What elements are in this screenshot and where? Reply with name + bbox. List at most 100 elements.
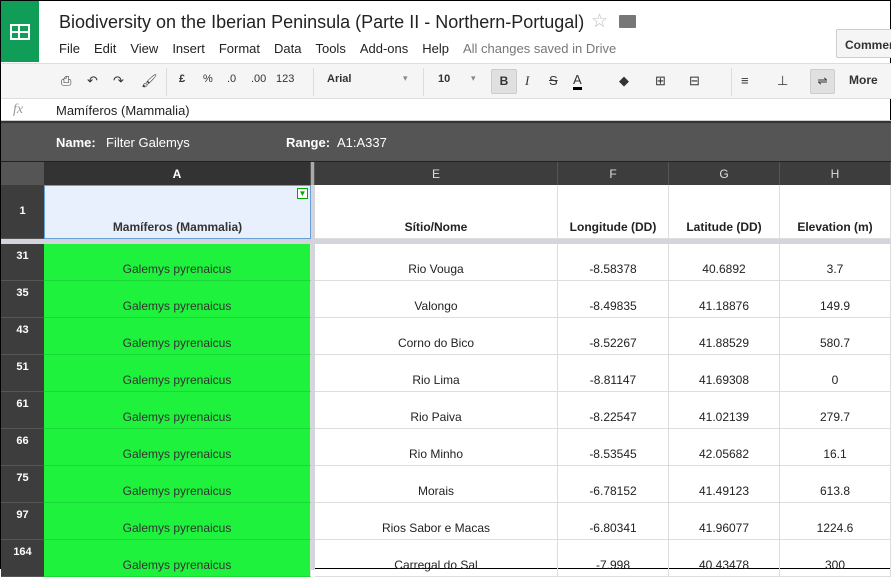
menu-view[interactable]: View — [130, 41, 158, 56]
decrease-decimal-button[interactable]: .0 — [227, 73, 236, 85]
cell-g[interactable]: 41.69308 — [669, 355, 780, 392]
cell-a[interactable]: Galemys pyrenaicus — [44, 540, 311, 577]
cell-h[interactable]: 149.9 — [780, 281, 891, 318]
row-header[interactable]: 61 — [1, 392, 44, 429]
sheets-logo[interactable] — [1, 1, 39, 62]
print-icon[interactable]: ⎙ — [61, 73, 71, 89]
cell-f[interactable]: -8.22547 — [558, 392, 669, 429]
font-select[interactable]: Arial — [327, 73, 351, 85]
cell-e[interactable]: Rio Paiva — [315, 392, 558, 429]
horizontal-align-icon[interactable]: ≡ — [741, 73, 749, 88]
cell-g[interactable]: 41.96077 — [669, 503, 780, 540]
cell-h[interactable]: 580.7 — [780, 318, 891, 355]
header-cell-f[interactable]: Longitude (DD) — [558, 185, 669, 239]
strikethrough-button[interactable]: S — [549, 73, 558, 88]
fill-color-icon[interactable]: ◆ — [619, 73, 629, 89]
redo-icon[interactable]: ↷ — [113, 73, 124, 89]
cell-e[interactable]: Rio Lima — [315, 355, 558, 392]
merge-cells-icon[interactable]: ⊟ — [689, 73, 700, 89]
header-cell-h[interactable]: Elevation (m) — [780, 185, 891, 239]
column-header-e[interactable]: E — [315, 162, 558, 185]
column-header-f[interactable]: F — [558, 162, 669, 185]
cell-a[interactable]: Galemys pyrenaicus — [44, 244, 311, 281]
row-header[interactable]: 66 — [1, 429, 44, 466]
cell-h[interactable]: 16.1 — [780, 429, 891, 466]
cell-h[interactable]: 0 — [780, 355, 891, 392]
menu-help[interactable]: Help — [422, 41, 449, 56]
cell-a[interactable]: Galemys pyrenaicus — [44, 318, 311, 355]
cell-a[interactable]: Galemys pyrenaicus — [44, 466, 311, 503]
row-header-1[interactable]: 1 — [1, 185, 44, 239]
cell-h[interactable]: 1224.6 — [780, 503, 891, 540]
column-header-a[interactable]: A — [44, 162, 311, 185]
star-icon[interactable]: ☆ — [591, 10, 608, 33]
cell-h[interactable]: 3.7 — [780, 244, 891, 281]
menu-data[interactable]: Data — [274, 41, 301, 56]
cell-e[interactable]: Valongo — [315, 281, 558, 318]
cell-f[interactable]: -6.78152 — [558, 466, 669, 503]
cell-a[interactable]: Galemys pyrenaicus — [44, 503, 311, 540]
filter-icon[interactable]: ▼ — [297, 188, 308, 199]
cell-g[interactable]: 40.6892 — [669, 244, 780, 281]
cell-h[interactable]: 300 — [780, 540, 891, 577]
more-button[interactable]: More — [849, 73, 878, 87]
row-header[interactable]: 75 — [1, 466, 44, 503]
more-formats-button[interactable]: 123 — [276, 73, 294, 85]
column-header-g[interactable]: G — [669, 162, 780, 185]
cell-g[interactable]: 41.88529 — [669, 318, 780, 355]
cell-e[interactable]: Rio Minho — [315, 429, 558, 466]
text-color-button[interactable]: A — [573, 73, 582, 90]
cell-a[interactable]: Galemys pyrenaicus — [44, 355, 311, 392]
menu-addons[interactable]: Add-ons — [360, 41, 408, 56]
row-header[interactable]: 31 — [1, 244, 44, 281]
header-cell-g[interactable]: Latitude (DD) — [669, 185, 780, 239]
column-header-h[interactable]: H — [780, 162, 891, 185]
row-header[interactable]: 43 — [1, 318, 44, 355]
cell-f[interactable]: -6.80341 — [558, 503, 669, 540]
cell-e[interactable]: Rio Vouga — [315, 244, 558, 281]
cell-a[interactable]: Galemys pyrenaicus — [44, 429, 311, 466]
comments-button[interactable]: Comments — [836, 29, 891, 58]
filter-range-input[interactable]: A1:A337 — [337, 135, 387, 150]
cell-f[interactable]: -8.81147 — [558, 355, 669, 392]
borders-icon[interactable]: ⊞ — [655, 73, 666, 89]
cell-g[interactable]: 41.49123 — [669, 466, 780, 503]
undo-icon[interactable]: ↶ — [87, 73, 98, 89]
paint-format-icon[interactable]: 🖌 — [141, 73, 158, 89]
cell-g[interactable]: 42.05682 — [669, 429, 780, 466]
row-header[interactable]: 51 — [1, 355, 44, 392]
header-cell-a[interactable]: Mamíferos (Mammalia) — [44, 185, 311, 239]
menu-format[interactable]: Format — [219, 41, 260, 56]
text-wrap-icon[interactable]: ⇌ — [810, 69, 835, 94]
menu-insert[interactable]: Insert — [172, 41, 205, 56]
filter-name-input[interactable]: Filter Galemys — [106, 135, 190, 150]
formula-input[interactable]: Mamíferos (Mammalia) — [56, 103, 190, 118]
frozen-row-divider[interactable] — [1, 239, 891, 244]
cell-e[interactable]: Corno do Bico — [315, 318, 558, 355]
cell-a[interactable]: Galemys pyrenaicus — [44, 281, 311, 318]
cell-f[interactable]: -8.58378 — [558, 244, 669, 281]
header-cell-e[interactable]: Sítio/Nome — [315, 185, 558, 239]
cell-h[interactable]: 279.7 — [780, 392, 891, 429]
cell-e[interactable]: Morais — [315, 466, 558, 503]
cell-h[interactable]: 613.8 — [780, 466, 891, 503]
increase-decimal-button[interactable]: .00 — [251, 73, 266, 85]
cell-a[interactable]: Galemys pyrenaicus — [44, 392, 311, 429]
italic-button[interactable]: I — [525, 73, 529, 89]
cell-f[interactable]: -8.49835 — [558, 281, 669, 318]
menu-file[interactable]: File — [59, 41, 80, 56]
cell-g[interactable]: 40.43478 — [669, 540, 780, 577]
cell-f[interactable]: -7.998 — [558, 540, 669, 577]
select-all-corner[interactable] — [1, 162, 44, 185]
cell-f[interactable]: -8.53545 — [558, 429, 669, 466]
document-title[interactable]: Biodiversity on the Iberian Peninsula (P… — [59, 12, 584, 33]
folder-icon[interactable] — [619, 15, 636, 28]
menu-edit[interactable]: Edit — [94, 41, 116, 56]
font-size-select[interactable]: 10 — [438, 73, 450, 85]
cell-g[interactable]: 41.18876 — [669, 281, 780, 318]
row-header[interactable]: 35 — [1, 281, 44, 318]
cell-f[interactable]: -8.52267 — [558, 318, 669, 355]
menu-tools[interactable]: Tools — [315, 41, 345, 56]
cell-e[interactable]: Carregal do Sal — [315, 540, 558, 577]
vertical-align-icon[interactable]: ⊥ — [777, 73, 788, 89]
